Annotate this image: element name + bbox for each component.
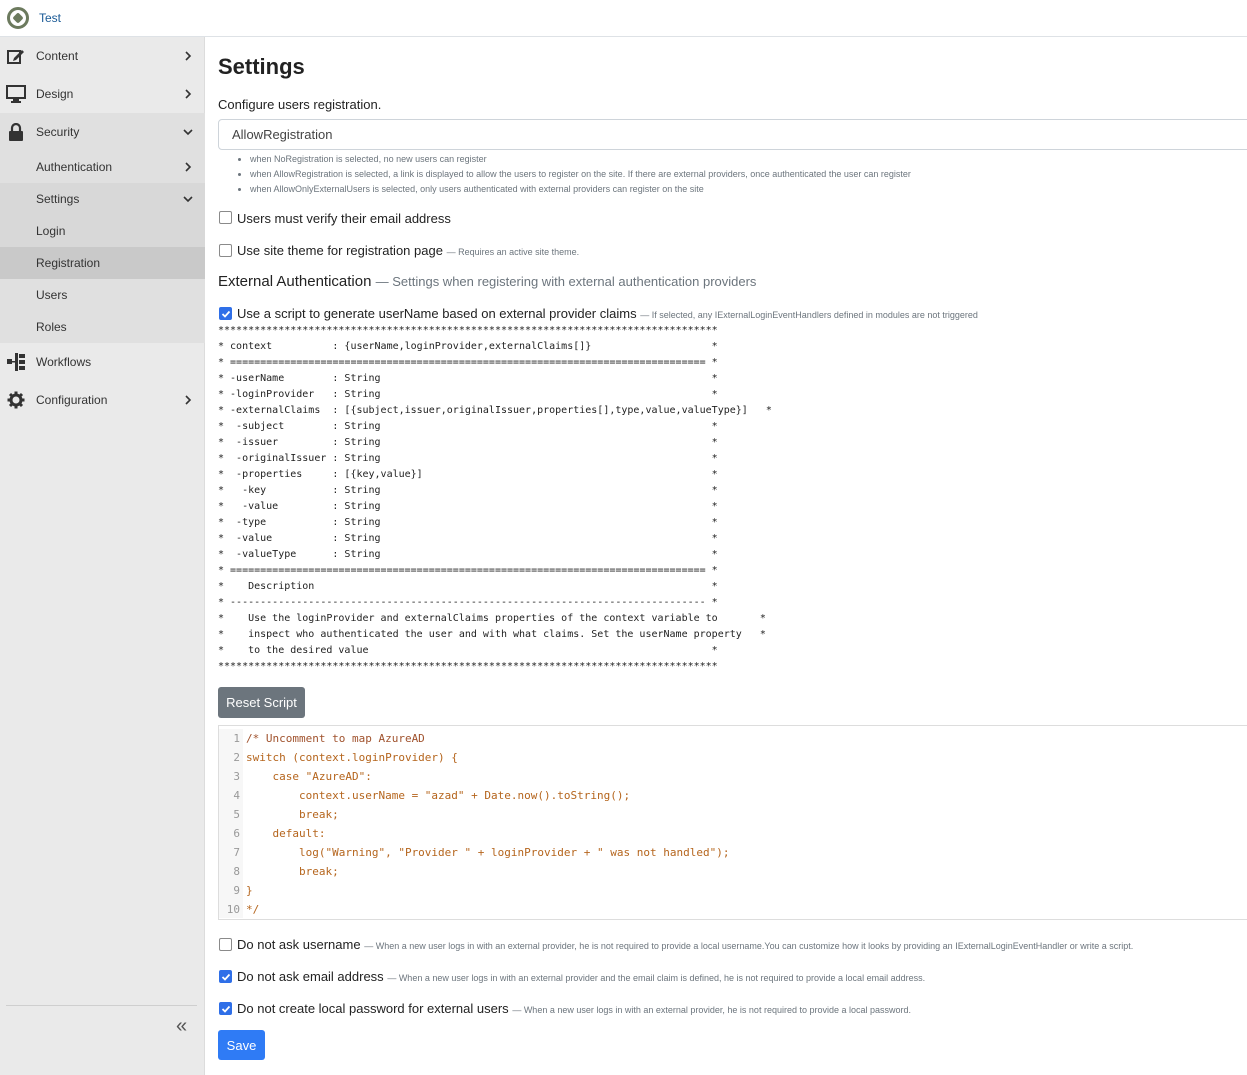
use-script-checkbox[interactable] [219,307,232,320]
sidebar-item-registration[interactable]: Registration [0,247,205,279]
site-theme-checkbox[interactable] [219,244,232,257]
sidebar-item-label: Design [36,87,74,101]
chevron-down-icon [182,193,194,205]
no-email-label: Do not ask email address [237,969,384,984]
site-theme-hint: — Requires an active site theme. [446,247,580,257]
checkmark-icon [221,1005,230,1013]
sidebar-item-design[interactable]: Design [0,75,205,113]
no-username-checkbox[interactable] [219,938,232,951]
code-line: 2 switch (context.loginProvider) { [233,751,458,764]
code-line: 8 break; [233,865,339,878]
registration-mode-label: Configure users registration. [218,97,382,112]
site-logo-icon[interactable] [7,7,29,29]
top-bar: Test [0,0,1247,37]
code-line: 6 default: [233,827,326,840]
code-line: 1/* Uncomment to map AzureAD [233,732,425,745]
code-line: 7 log("Warning", "Provider " + loginProv… [233,846,730,859]
sidebar: Content Design Security Authentication S… [0,37,205,1075]
code-line: 4 context.userName = "azad" + Date.now()… [233,789,631,802]
no-password-checkbox[interactable] [219,1002,232,1015]
no-username-hint: — When a new user logs in with an extern… [364,941,1134,951]
script-editor[interactable]: 1/* Uncomment to map AzureAD 2 switch (co… [218,725,1247,920]
sidebar-item-workflows[interactable]: Workflows [0,343,205,381]
chevron-right-icon [182,161,194,173]
sidebar-item-label: Workflows [36,355,92,369]
save-button[interactable]: Save [218,1030,265,1060]
chevron-down-icon [182,126,194,138]
chevron-right-icon [182,394,194,406]
registration-mode-select[interactable]: AllowRegistration [218,119,1247,150]
lock-icon [6,122,26,142]
sidebar-item-label: Content [36,49,79,63]
page-title: Settings [218,54,305,79]
use-script-hint: — If selected, any IExternalLoginEventHa… [640,310,978,320]
external-auth-title: External Authentication [218,273,372,290]
no-password-hint: — When a new user logs in with an extern… [512,1005,912,1015]
external-auth-heading: External Authentication — Settings when … [218,273,756,290]
sidebar-item-login[interactable]: Login [0,215,205,247]
sidebar-item-label: Registration [36,256,101,270]
no-email-hint: — When a new user logs in with an extern… [387,973,926,983]
reset-script-button[interactable]: Reset Script [218,687,305,718]
monitor-icon [6,84,26,104]
hint-item: when AllowRegistration is selected, a li… [250,167,911,182]
verify-email-checkbox[interactable] [219,211,232,224]
sidebar-item-label: Roles [36,320,67,334]
no-username-label: Do not ask username [237,937,361,952]
site-theme-label: Use site theme for registration page [237,243,443,258]
edit-icon [6,46,26,66]
sidebar-item-label: Security [36,125,80,139]
code-line: 3 case "AzureAD": [233,770,372,783]
sidebar-item-label: Configuration [36,393,108,407]
code-line: 9} [233,884,253,897]
sidebar-item-security[interactable]: Security [0,113,205,151]
sidebar-item-settings[interactable]: Settings [0,183,205,215]
hint-item: when AllowOnlyExternalUsers is selected,… [250,182,911,197]
hint-item: when NoRegistration is selected, no new … [250,152,911,167]
checkmark-icon [221,310,230,318]
registration-hints: when NoRegistration is selected, no new … [236,152,911,197]
sidebar-item-authentication[interactable]: Authentication [0,151,205,183]
workflow-icon [6,352,26,372]
no-email-label-group: Do not ask email address — When a new us… [237,969,925,984]
sidebar-item-roles[interactable]: Roles [0,311,205,343]
sidebar-item-users[interactable]: Users [0,279,205,311]
chevron-right-icon [182,88,194,100]
chevron-right-icon [182,50,194,62]
no-password-label-group: Do not create local password for externa… [237,1001,911,1016]
sidebar-item-configuration[interactable]: Configuration [0,381,205,419]
external-auth-hint: — Settings when registering with externa… [375,274,757,289]
site-theme-label-group: Use site theme for registration page — R… [237,243,579,258]
use-script-label: Use a script to generate userName based … [237,306,637,321]
sidebar-item-content[interactable]: Content [0,37,205,75]
use-script-label-group: Use a script to generate userName based … [237,306,978,321]
sidebar-item-label: Users [36,288,68,302]
code-line: 5 break; [233,808,339,821]
sidebar-divider [6,1005,197,1006]
collapse-sidebar-icon[interactable]: « [176,1015,187,1038]
verify-email-label: Users must verify their email address [237,211,451,226]
no-username-label-group: Do not ask username — When a new user lo… [237,937,1133,952]
no-password-label: Do not create local password for externa… [237,1001,509,1016]
site-name-link[interactable]: Test [39,11,61,25]
no-email-checkbox[interactable] [219,970,232,983]
checkmark-icon [221,973,230,981]
sidebar-item-label: Login [36,224,66,238]
script-context-doc: ****************************************… [218,325,772,672]
sidebar-item-label: Authentication [36,160,113,174]
gear-icon [6,390,26,410]
sidebar-item-label: Settings [36,192,80,206]
code-line: 10 */ [226,903,260,916]
